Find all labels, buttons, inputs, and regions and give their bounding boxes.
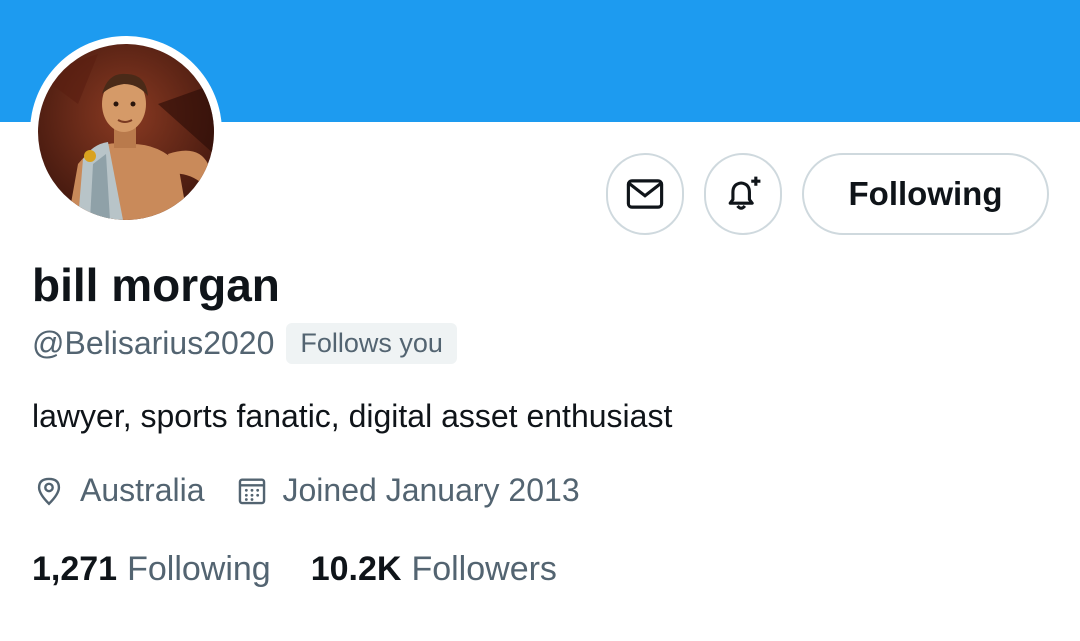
handle-row: @Belisarius2020 Follows you (32, 323, 457, 364)
profile-bio: lawyer, sports fanatic, digital asset en… (32, 398, 673, 434)
calendar-icon (235, 474, 269, 508)
location-text: Australia (80, 472, 205, 508)
follows-you-badge: Follows you (286, 323, 457, 364)
joined-text: Joined January 2013 (282, 472, 580, 508)
message-button[interactable] (606, 153, 684, 235)
location-item: Australia (32, 472, 205, 509)
avatar[interactable] (30, 36, 222, 228)
joined-item: Joined January 2013 (235, 472, 580, 509)
envelope-icon (626, 179, 664, 209)
location-pin-icon (32, 474, 66, 508)
following-button-label: Following (848, 175, 1003, 212)
followers-label: Followers (411, 550, 557, 588)
followers-stat-link[interactable]: 10.2K Followers (311, 550, 557, 589)
following-button[interactable]: Following (802, 153, 1049, 235)
notifications-button[interactable] (704, 153, 782, 235)
profile-name: bill morgan (32, 259, 280, 311)
profile-meta: Australia Joined January 2013 (32, 472, 610, 509)
avatar-image (38, 44, 214, 220)
following-count: 1,271 (32, 550, 118, 588)
following-stat-link[interactable]: 1,271 Following (32, 550, 271, 589)
followers-count: 10.2K (310, 550, 402, 588)
following-label: Following (127, 550, 271, 588)
follow-stats: 1,271 Following 10.2K Followers (32, 550, 597, 589)
bell-plus-icon (728, 176, 761, 210)
profile-handle: @Belisarius2020 (32, 325, 275, 361)
profile-page: Following bill morgan @Belisarius2020 Fo… (0, 0, 1080, 641)
